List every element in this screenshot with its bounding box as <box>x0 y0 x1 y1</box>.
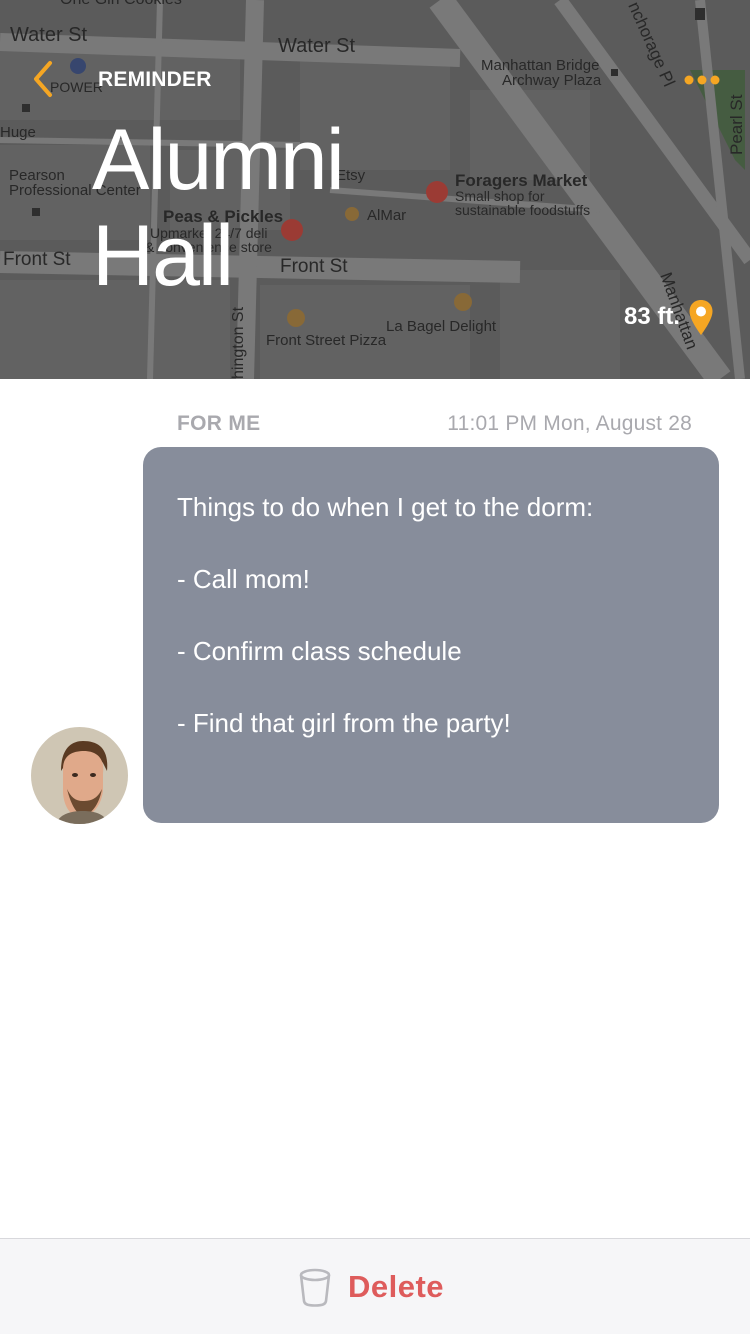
avatar[interactable] <box>31 727 128 824</box>
delete-button[interactable]: Delete <box>290 1261 470 1313</box>
message-timestamp: 11:01 PM Mon, August 28 <box>447 412 692 435</box>
bottom-action-bar: Delete <box>0 1238 750 1334</box>
location-title: Alumni Hall <box>92 112 412 304</box>
location-title-line-2: Hall <box>92 208 234 304</box>
location-title-line-1: Alumni <box>92 112 345 208</box>
avatar-image <box>31 727 128 824</box>
more-options-button[interactable] <box>682 68 722 92</box>
back-button[interactable] <box>28 58 62 100</box>
message-line: - Call mom! <box>177 564 310 594</box>
chevron-left-icon <box>34 61 52 97</box>
message-line: - Confirm class schedule <box>177 636 462 666</box>
app-screen: One Girl Cookies Water St Water St Manha… <box>0 0 750 1334</box>
map-header: One Girl Cookies Water St Water St Manha… <box>0 0 750 379</box>
more-dots-icon <box>684 75 720 85</box>
message-line: Things to do when I get to the dorm: <box>177 492 594 522</box>
message-bubble[interactable]: Things to do when I get to the dorm: - C… <box>143 447 719 823</box>
distance-label: 83 ft. <box>623 303 680 330</box>
delete-label[interactable]: Delete <box>348 1269 444 1305</box>
recipient-label: FOR ME <box>177 412 261 435</box>
trash-icon <box>299 1268 331 1307</box>
back-label[interactable]: REMINDER <box>98 68 212 92</box>
message-line: - Find that girl from the party! <box>177 708 511 738</box>
location-pin-icon <box>689 300 713 335</box>
